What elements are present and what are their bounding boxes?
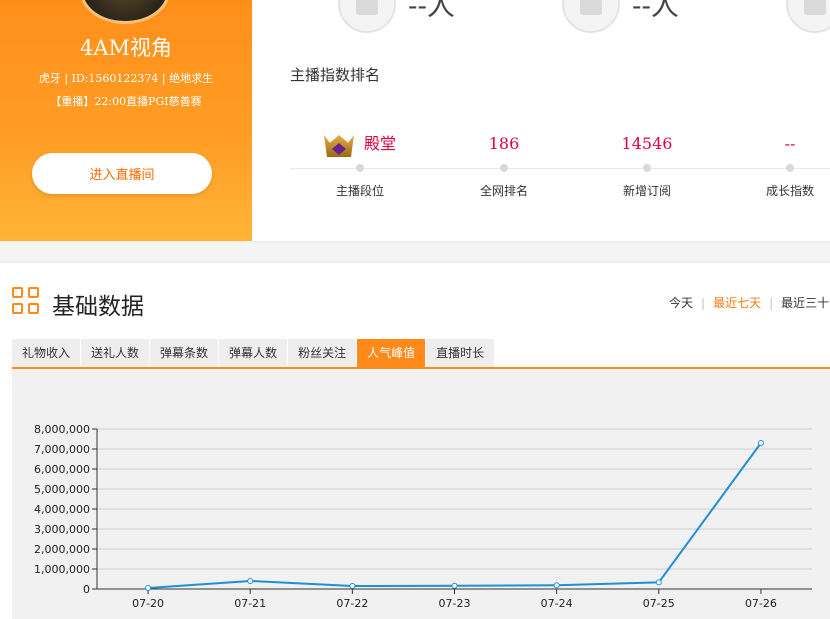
data-point (655, 579, 662, 586)
rank-dot (356, 164, 364, 172)
range-today[interactable]: 今天 (669, 296, 693, 310)
anchor-name: 4AM视角 (79, 36, 173, 60)
anchor-header: 4AM视角 虎牙 | ID:1560122374 | 绝地求生 【重播】22:0… (0, 0, 830, 241)
tab-gift-income[interactable]: 礼物收入 (12, 339, 81, 367)
crown-icon (323, 129, 354, 159)
tab-danmaku-count[interactable]: 弹幕条数 (150, 339, 219, 367)
rank-dot (500, 164, 508, 172)
y-tick-label: 2,000,000 (34, 543, 90, 556)
y-tick-label: 8,000,000 (34, 423, 90, 436)
top-stat-value: --人 (632, 0, 679, 22)
line-chart: 0 1,000,000 2,000,000 3,000,000 4,000,000 5,0… (34, 423, 812, 610)
avatar (80, 0, 170, 24)
y-tick-label: 7,000,000 (34, 443, 90, 456)
rank-item-tier: 殿堂 主播段位 (290, 128, 430, 199)
badge-icon (786, 0, 830, 33)
series-line (148, 442, 762, 589)
badge-icon (562, 0, 620, 33)
rank-item-growth: -- 成长指数 (720, 128, 830, 199)
y-tick-label: 4,000,000 (34, 503, 90, 516)
data-point (757, 440, 764, 446)
tab-stream-duration[interactable]: 直播时长 (426, 339, 495, 367)
x-tick-label: 07-23 (439, 597, 471, 610)
y-tick-label: 5,000,000 (34, 483, 90, 496)
y-tick-label: 3,000,000 (34, 523, 90, 536)
top-stat-3 (786, 0, 830, 33)
tab-gift-senders[interactable]: 送礼人数 (81, 339, 150, 367)
x-tick-label: 07-25 (643, 597, 675, 610)
rank-value: 14546 (621, 134, 673, 153)
y-tick-label: 6,000,000 (34, 463, 90, 476)
top-stat-value: --人 (408, 0, 455, 22)
data-point (349, 583, 356, 589)
rank-label: 新增订阅 (622, 184, 671, 198)
range-separator: | (701, 296, 706, 310)
popularity-chart: 0 1,000,000 2,000,000 3,000,000 4,000,000 5,0… (12, 369, 830, 619)
enter-live-room-button[interactable]: 进入直播间 (32, 153, 212, 194)
rank-dot (643, 164, 651, 172)
anchor-meta: 虎牙 | ID:1560122374 | 绝地求生 (38, 72, 214, 85)
y-tick-label: 1,000,000 (34, 563, 90, 576)
badge-icon (338, 0, 396, 33)
rank-value: -- (784, 134, 796, 153)
data-point (451, 582, 458, 589)
top-stat-2: --人 (562, 0, 679, 33)
metric-tabs: 礼物收入 送礼人数 弹幕条数 弹幕人数 粉丝关注 人气峰值 直播时长 (12, 339, 495, 367)
time-range-selector: 今天 | 最近七天 | 最近三十 (669, 294, 829, 311)
rank-label: 成长指数 (765, 184, 814, 198)
data-point (145, 585, 152, 591)
data-point (553, 582, 560, 589)
range-separator: | (769, 296, 774, 310)
data-point (247, 578, 254, 584)
rank-item-subscriptions: 14546 新增订阅 (577, 128, 717, 199)
range-last-30-days[interactable]: 最近三十 (781, 296, 829, 310)
tab-danmaku-users[interactable]: 弹幕人数 (219, 339, 288, 367)
rank-label: 主播段位 (335, 184, 384, 198)
y-tick-label: 0 (83, 583, 90, 596)
rank-title: 主播指数排名 (290, 66, 381, 84)
x-tick-label: 07-26 (745, 597, 777, 610)
range-last-7-days[interactable]: 最近七天 (713, 296, 761, 310)
anchor-current-show: 【重播】22:00直播PGI慈善赛 (50, 95, 202, 108)
rank-item-overall: 186 全网排名 (434, 128, 574, 199)
x-tick-label: 07-21 (234, 597, 266, 610)
anchor-profile-card: 4AM视角 虎牙 | ID:1560122374 | 绝地求生 【重播】22:0… (0, 0, 252, 241)
rank-value: 殿堂 (363, 134, 396, 153)
tab-fan-follows[interactable]: 粉丝关注 (288, 339, 357, 367)
rank-label: 全网排名 (479, 184, 528, 198)
rank-value: 186 (488, 134, 520, 153)
section-divider (0, 241, 830, 263)
top-stat-1: --人 (338, 0, 455, 33)
tab-peak-popularity[interactable]: 人气峰值 (357, 339, 426, 367)
section-title: 基础数据 (52, 294, 144, 320)
grid-icon (12, 287, 40, 315)
rank-dot (786, 164, 794, 172)
x-tick-label: 07-24 (541, 597, 573, 610)
x-tick-label: 07-20 (132, 597, 164, 610)
x-tick-label: 07-22 (336, 597, 368, 610)
